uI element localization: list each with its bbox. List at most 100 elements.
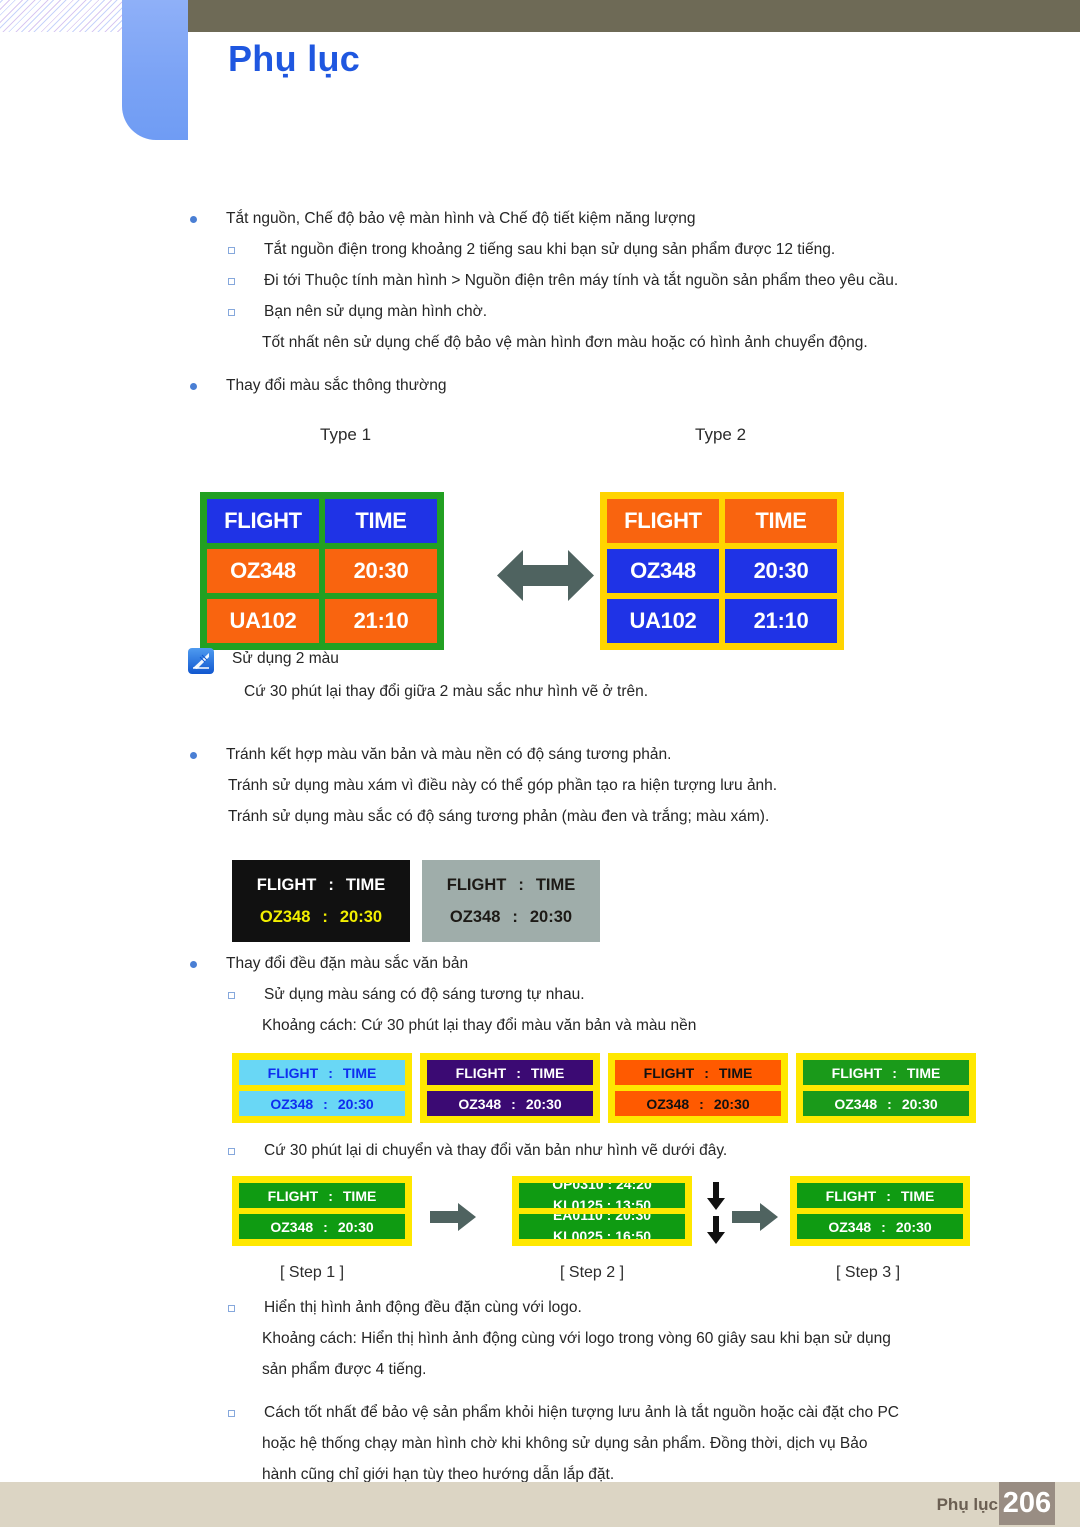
- color-variant-boards: FLIGHT : TIME OZ348 : 20:30 FLIGHT : TIM…: [232, 1053, 1080, 1123]
- bullet-text: Thay đổi đều đặn màu sắc văn bản: [226, 955, 469, 972]
- footer-page-number: 206: [999, 1482, 1055, 1525]
- label-code: OZ348: [449, 907, 501, 926]
- subbullet-item-3: Bạn nên sử dụng màn hình chờ.: [228, 298, 1080, 325]
- contrast-gray-row: OZ348 : 20:30: [422, 901, 600, 933]
- label-colon: :: [518, 875, 524, 894]
- step2-scroller-bottom: EA0110 : 20:30 KL0025 : 16:50: [519, 1214, 685, 1239]
- step-sequence: FLIGHT : TIME OZ348 : 20:30 OP0310 : 24:…: [232, 1176, 1032, 1258]
- cell-row2-code: UA102: [607, 599, 719, 643]
- hatch-decoration: [0, 0, 124, 32]
- bullet-dot-icon: [190, 383, 197, 390]
- content-area: Tắt nguồn, Chế độ bảo vệ màn hình và Chế…: [0, 205, 1080, 403]
- step-label-1: [ Step 1 ]: [280, 1264, 345, 1281]
- scroll-line-3: EA0110 : 20:30: [552, 1214, 652, 1223]
- paragraph-interval-color: Khoảng cách: Cứ 30 phút lại thay đổi màu…: [262, 1017, 697, 1034]
- bullet-dot-icon: [190, 752, 197, 759]
- bullet-square-icon: [228, 1305, 235, 1312]
- cell-row2-code: UA102: [207, 599, 319, 643]
- label-colon: :: [511, 1095, 516, 1112]
- header-olive-bar: [187, 0, 1080, 32]
- label-clock: 20:30: [895, 1218, 932, 1235]
- label-colon: :: [704, 1064, 709, 1081]
- cell-head-time: TIME: [725, 499, 837, 543]
- variant-row: OZ348 : 20:30: [615, 1091, 781, 1116]
- paragraph-avoid-gray: Tránh sử dụng màu xám vì điều này có thể…: [228, 777, 778, 794]
- label-code: OZ348: [458, 1095, 502, 1112]
- label-clock: 20:30: [337, 1218, 374, 1235]
- subbullet-text: Hiển thị hình ảnh động đều đặn cùng với …: [264, 1299, 582, 1316]
- footer-bar: [0, 1482, 1080, 1527]
- label-time: TIME: [900, 1187, 935, 1204]
- step-arrow-2-icon: [732, 1202, 778, 1232]
- label-colon: :: [322, 907, 328, 926]
- variant-head: FLIGHT : TIME: [239, 1060, 405, 1085]
- label-time: TIME: [906, 1064, 941, 1081]
- subbullet-text: Tắt nguồn điện trong khoảng 2 tiếng sau …: [264, 241, 836, 258]
- variant-board-orange: FLIGHT : TIME OZ348 : 20:30: [608, 1053, 788, 1123]
- label-colon: :: [886, 1187, 891, 1204]
- label-flight: FLIGHT: [831, 1064, 883, 1081]
- subbullet-item-2: Đi tới Thuộc tính màn hình > Nguồn điện …: [228, 267, 1080, 294]
- bullet-square-icon: [228, 1148, 235, 1155]
- lower-content: Sử dụng 2 màu Cứ 30 phút lại thay đổi gi…: [0, 645, 1080, 1492]
- step2-scroller-top: OP0310 : 24:20 KL0125 : 13:50: [519, 1183, 685, 1208]
- bullet-item-color-change: Thay đổi màu sắc thông thường: [190, 372, 1080, 399]
- step-board-2: OP0310 : 24:20 KL0125 : 13:50 EA0110 : 2…: [512, 1176, 692, 1246]
- variant-row: OZ348 : 20:30: [427, 1091, 593, 1116]
- flight-board-type-2: FLIGHT TIME OZ348 20:30 UA102 21:10: [600, 492, 844, 650]
- page-title: Phụ lục: [228, 38, 361, 79]
- cell-row1-time: 20:30: [325, 549, 437, 593]
- contrast-black-row: OZ348 : 20:30: [232, 901, 410, 933]
- label-colon: :: [516, 1064, 521, 1081]
- variant-board-cyan: FLIGHT : TIME OZ348 : 20:30: [232, 1053, 412, 1123]
- contrast-black-head: FLIGHT : TIME: [232, 869, 410, 901]
- label-clock: 20:30: [713, 1095, 750, 1112]
- label-colon: :: [328, 875, 334, 894]
- subbullet-best-practice: Cách tốt nhất để bảo vệ sản phẩm khỏi hi…: [228, 1399, 1080, 1426]
- subbullet-item-1: Tắt nguồn điện trong khoảng 2 tiếng sau …: [228, 236, 1080, 263]
- cell-row1-code: OZ348: [207, 549, 319, 593]
- cell-row2-time: 21:10: [725, 599, 837, 643]
- type-labels: Type 1 Type 2: [0, 425, 1080, 455]
- label-flight: FLIGHT: [455, 1064, 507, 1081]
- scroll-line-4: KL0025 : 16:50: [552, 1228, 652, 1239]
- bullet-square-icon: [228, 278, 235, 285]
- label-clock: 20:30: [339, 907, 383, 926]
- bullet-dot-icon: [190, 216, 197, 223]
- variant-row: OZ348 : 20:30: [803, 1091, 969, 1116]
- type-1-label: Type 1: [320, 425, 372, 444]
- label-colon: :: [323, 1218, 328, 1235]
- label-code: OZ348: [828, 1218, 872, 1235]
- bullet-square-icon: [228, 247, 235, 254]
- step1-row: OZ348 : 20:30: [239, 1214, 405, 1239]
- paragraph-screensaver-tip: Tốt nhất nên sử dụng chế độ bảo vệ màn h…: [262, 334, 868, 351]
- subbullet-move-text: Cứ 30 phút lại di chuyển và thay đổi văn…: [228, 1137, 1080, 1164]
- cell-head-time: TIME: [325, 499, 437, 543]
- step-labels: [ Step 1 ] [ Step 2 ] [ Step 3 ]: [232, 1264, 1032, 1294]
- cell-row1-code: OZ348: [607, 549, 719, 593]
- subbullet-text: Sử dụng màu sáng có độ sáng tương tự nha…: [264, 986, 585, 1003]
- subbullet-text: Đi tới Thuộc tính màn hình > Nguồn điện …: [264, 272, 899, 289]
- label-time: TIME: [530, 1064, 565, 1081]
- manual-page: Phụ lục Tắt nguồn, Chế độ bảo vệ màn hìn…: [0, 0, 1080, 1527]
- label-flight: FLIGHT: [256, 875, 317, 894]
- bullet-item-avoid-contrast: Tránh kết hợp màu văn bản và màu nền có …: [190, 741, 1080, 768]
- cell-row1-time: 20:30: [725, 549, 837, 593]
- contrast-board-black: FLIGHT : TIME OZ348 : 20:30: [232, 860, 410, 942]
- bullet-dot-icon: [190, 961, 197, 968]
- label-colon: :: [699, 1095, 704, 1112]
- bullet-square-icon: [228, 992, 235, 999]
- bullet-item-text-color: Thay đổi đều đặn màu sắc văn bản: [190, 950, 1080, 977]
- bullet-text: Thay đổi màu sắc thông thường: [226, 377, 447, 394]
- flight-board-comparison: Type 1 Type 2 FLIGHT TIME OZ348 20:30 UA…: [0, 425, 1080, 650]
- variant-head: FLIGHT : TIME: [615, 1060, 781, 1085]
- step-board-3: FLIGHT : TIME OZ348 : 20:30: [790, 1176, 970, 1246]
- label-flight: FLIGHT: [643, 1064, 695, 1081]
- label-flight: FLIGHT: [267, 1064, 319, 1081]
- scroll-line-2: KL0125 : 13:50: [552, 1197, 652, 1208]
- subbullet-text: Cứ 30 phút lại di chuyển và thay đổi văn…: [264, 1142, 728, 1159]
- step-board-1: FLIGHT : TIME OZ348 : 20:30: [232, 1176, 412, 1246]
- label-colon: :: [323, 1095, 328, 1112]
- label-code: OZ348: [270, 1095, 314, 1112]
- label-flight: FLIGHT: [267, 1187, 319, 1204]
